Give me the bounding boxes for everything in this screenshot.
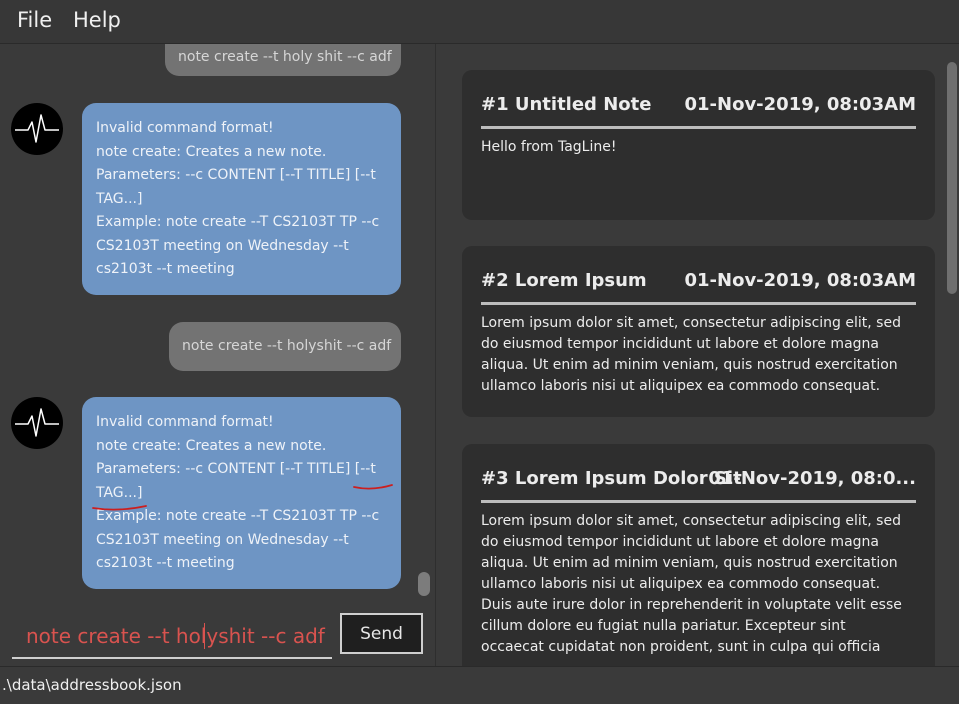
notes-scrollbar[interactable] <box>947 62 957 294</box>
note-title: #1 Untitled Note <box>481 94 652 115</box>
menu-bar: File Help <box>0 0 959 44</box>
note-title: #2 Lorem Ipsum <box>481 270 647 291</box>
input-underline <box>12 657 332 659</box>
note-content: Lorem ipsum dolor sit amet, consectetur … <box>481 315 901 394</box>
chat-pane[interactable]: note create --t holy shit --c adf Invali… <box>0 44 436 666</box>
note-divider <box>481 500 916 503</box>
note-card[interactable]: #2 Lorem Ipsum 01-Nov-2019, 08:03AM Lore… <box>462 246 935 417</box>
data-file-path: .\data\addressbook.json <box>2 676 182 694</box>
note-content: Hello from TagLine! <box>481 139 617 155</box>
annotation-underlines <box>92 484 393 511</box>
note-date: 01-Nov-2019, 08:03AM <box>684 94 917 115</box>
menu-help[interactable]: Help <box>73 8 121 32</box>
note-date: 01-Nov-2019, 08:0... <box>708 468 916 489</box>
note-divider <box>481 302 916 305</box>
note-content: Lorem ipsum dolor sit amet, consectetur … <box>481 513 902 655</box>
chat-scrollbar[interactable] <box>418 572 430 596</box>
notes-pane[interactable]: #1 Untitled Note 01-Nov-2019, 08:03AM He… <box>437 44 959 666</box>
note-card[interactable]: #3 Lorem Ipsum Dolor Sit 01-Nov-2019, 08… <box>462 444 935 666</box>
status-bar: .\data\addressbook.json <box>0 666 959 704</box>
command-input[interactable] <box>26 620 331 652</box>
note-title: #3 Lorem Ipsum Dolor Sit <box>481 468 742 489</box>
note-date: 01-Nov-2019, 08:03AM <box>684 270 917 291</box>
note-card[interactable]: #1 Untitled Note 01-Nov-2019, 08:03AM He… <box>462 70 935 220</box>
note-divider <box>481 126 916 129</box>
text-caret <box>204 623 205 649</box>
send-button[interactable]: Send <box>340 613 423 654</box>
menu-file[interactable]: File <box>17 8 52 32</box>
